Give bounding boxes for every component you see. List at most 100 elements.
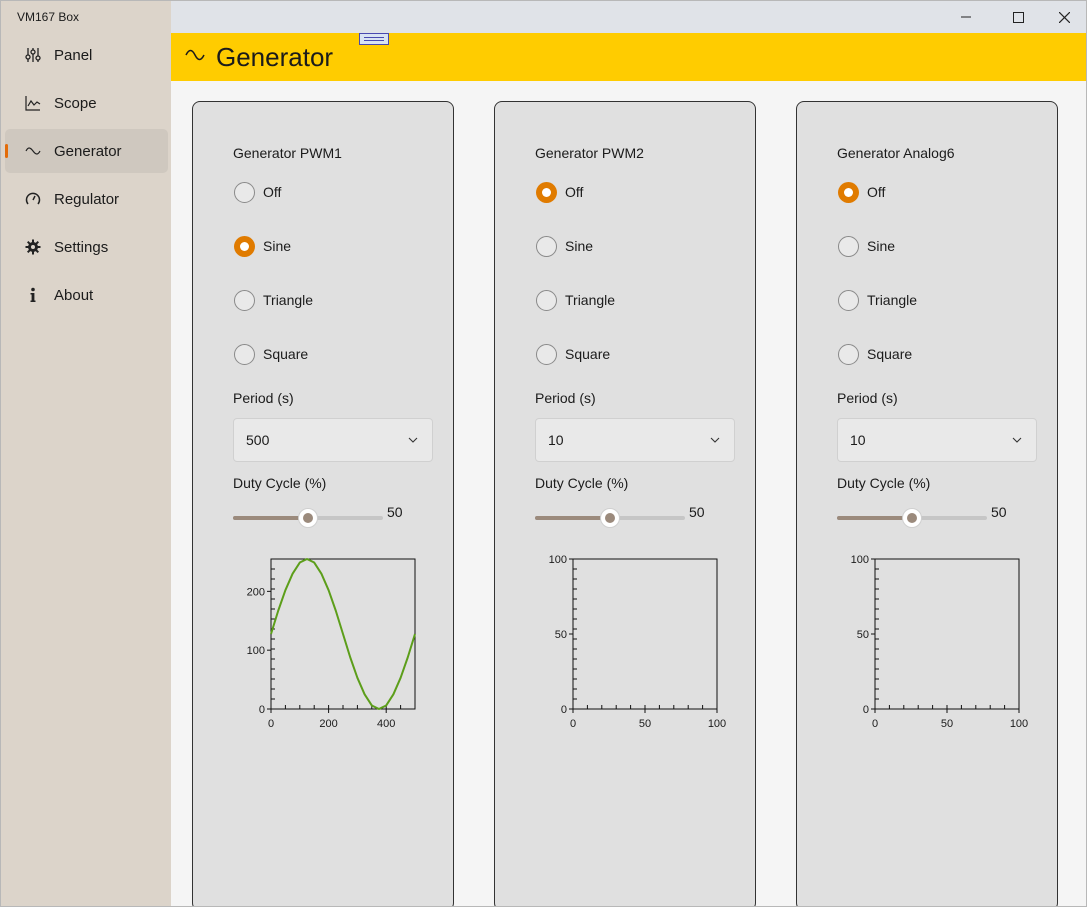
x-tick-label: 50 bbox=[639, 718, 651, 730]
page-title: Generator bbox=[216, 41, 334, 72]
radio-circle bbox=[838, 289, 859, 311]
y-tick-label: 50 bbox=[555, 629, 567, 641]
radio-circle bbox=[838, 181, 859, 203]
sidebar-item-regulator[interactable]: Regulator bbox=[5, 177, 168, 221]
generator-card: Generator PWM2 Off Sine Triangle Square Perio… bbox=[494, 101, 756, 906]
minimize-button[interactable] bbox=[943, 1, 989, 33]
waveform-radio-triangle[interactable]: Triangle bbox=[838, 289, 917, 311]
sidebar-item-label: About bbox=[54, 286, 94, 304]
radio-label: Sine bbox=[565, 238, 594, 254]
waveform-radio-square[interactable]: Square bbox=[536, 343, 610, 365]
sliders-icon bbox=[25, 47, 41, 63]
radio-label: Off bbox=[263, 184, 282, 200]
radio-label: Square bbox=[263, 346, 309, 362]
x-tick-label: 0 bbox=[570, 718, 576, 730]
y-tick-label: 50 bbox=[857, 629, 869, 641]
sidebar-item-about[interactable]: About bbox=[5, 273, 168, 317]
period-select[interactable]: 10 bbox=[535, 418, 735, 462]
slider-fill bbox=[233, 516, 308, 520]
radio-label: Square bbox=[565, 346, 611, 362]
sidebar-item-scope[interactable]: Scope bbox=[5, 81, 168, 125]
radio-label: Triangle bbox=[565, 292, 616, 308]
page-header: Generator bbox=[171, 33, 1086, 81]
minimize-icon bbox=[961, 16, 971, 18]
period-value: 10 bbox=[850, 432, 866, 448]
maximize-icon bbox=[1012, 11, 1024, 23]
title-bar[interactable] bbox=[171, 1, 1086, 33]
radio-label: Square bbox=[867, 346, 913, 362]
waveform-radio-triangle[interactable]: Triangle bbox=[536, 289, 615, 311]
waveform-radio-square[interactable]: Square bbox=[234, 343, 308, 365]
sidebar-item-label: Panel bbox=[54, 46, 93, 64]
wave-icon bbox=[185, 49, 205, 61]
radio-circle bbox=[536, 289, 557, 311]
duty-cycle-value: 50 bbox=[689, 504, 705, 520]
generator-title: Generator Analog6 bbox=[837, 145, 955, 161]
sidebar-item-generator[interactable]: Generator bbox=[5, 129, 168, 173]
waveform-radio-off[interactable]: Off bbox=[234, 181, 281, 203]
duty-cycle-slider[interactable] bbox=[233, 507, 383, 529]
radio-circle bbox=[536, 235, 557, 257]
duty-cycle-label: Duty Cycle (%) bbox=[233, 475, 327, 491]
generator-card: Generator Analog6 Off Sine Triangle Square Pe… bbox=[796, 101, 1058, 906]
duty-cycle-label: Duty Cycle (%) bbox=[837, 475, 931, 491]
chevron-down-icon bbox=[408, 437, 418, 443]
wave-icon bbox=[25, 143, 41, 159]
series-line bbox=[270, 558, 416, 710]
waveform-radio-sine[interactable]: Sine bbox=[536, 235, 593, 257]
radio-circle bbox=[838, 235, 859, 257]
generator-content: Generator PWM1 Off Sine Triangle Square Perio… bbox=[171, 81, 1086, 906]
y-tick-label: 100 bbox=[851, 554, 869, 566]
y-tick-label: 100 bbox=[549, 554, 567, 566]
radio-label: Sine bbox=[263, 238, 292, 254]
duty-cycle-slider[interactable] bbox=[837, 507, 987, 529]
plot-frame bbox=[874, 558, 1020, 710]
generator-title: Generator PWM1 bbox=[233, 145, 342, 161]
radio-circle bbox=[234, 181, 255, 203]
waveform-radio-sine[interactable]: Sine bbox=[234, 235, 291, 257]
x-tick-label: 0 bbox=[268, 718, 274, 730]
generator-title: Generator PWM2 bbox=[535, 145, 644, 161]
x-tick-label: 100 bbox=[708, 718, 726, 730]
radio-label: Off bbox=[565, 184, 584, 200]
duty-cycle-value: 50 bbox=[387, 504, 403, 520]
period-label: Period (s) bbox=[837, 390, 898, 406]
chevron-down-icon bbox=[1012, 437, 1022, 443]
waveform-radio-off[interactable]: Off bbox=[536, 181, 583, 203]
app-title: VM167 Box bbox=[17, 10, 80, 24]
duty-cycle-slider[interactable] bbox=[535, 507, 685, 529]
radio-circle bbox=[838, 343, 859, 365]
sidebar-item-label: Scope bbox=[54, 94, 97, 112]
x-tick-label: 100 bbox=[1010, 718, 1028, 730]
app-window: VM167 Box Panel Scope Generator Regulator Se… bbox=[0, 0, 1087, 907]
sidebar-nav: Panel Scope Generator Regulator Settings Abou… bbox=[5, 33, 168, 321]
close-button[interactable] bbox=[1041, 1, 1086, 33]
maximize-button[interactable] bbox=[995, 1, 1041, 33]
period-select[interactable]: 500 bbox=[233, 418, 433, 462]
waveform-chart: 0 50 100 0 50 100 bbox=[549, 554, 727, 730]
y-tick-label: 200 bbox=[247, 586, 265, 598]
radio-label: Sine bbox=[867, 238, 896, 254]
slider-fill bbox=[535, 516, 610, 520]
period-label: Period (s) bbox=[233, 390, 294, 406]
slider-thumb[interactable] bbox=[600, 508, 620, 528]
radio-label: Triangle bbox=[867, 292, 918, 308]
waveform-chart: 0 200 400 0 100 200 bbox=[247, 558, 416, 730]
radio-circle bbox=[234, 289, 255, 311]
x-tick-label: 400 bbox=[377, 718, 395, 730]
plot-frame bbox=[572, 558, 718, 710]
waveform-radio-square[interactable]: Square bbox=[838, 343, 912, 365]
drag-handle[interactable] bbox=[359, 33, 389, 45]
radio-label: Off bbox=[867, 184, 886, 200]
period-value: 10 bbox=[548, 432, 564, 448]
sidebar-item-settings[interactable]: Settings bbox=[5, 225, 168, 269]
y-tick-label: 0 bbox=[259, 704, 265, 716]
waveform-radio-sine[interactable]: Sine bbox=[838, 235, 895, 257]
period-select[interactable]: 10 bbox=[837, 418, 1037, 462]
slider-thumb[interactable] bbox=[298, 508, 318, 528]
waveform-radio-off[interactable]: Off bbox=[838, 181, 885, 203]
waveform-radio-triangle[interactable]: Triangle bbox=[234, 289, 313, 311]
slider-thumb[interactable] bbox=[902, 508, 922, 528]
sidebar-item-panel[interactable]: Panel bbox=[5, 33, 168, 77]
duty-cycle-label: Duty Cycle (%) bbox=[535, 475, 629, 491]
